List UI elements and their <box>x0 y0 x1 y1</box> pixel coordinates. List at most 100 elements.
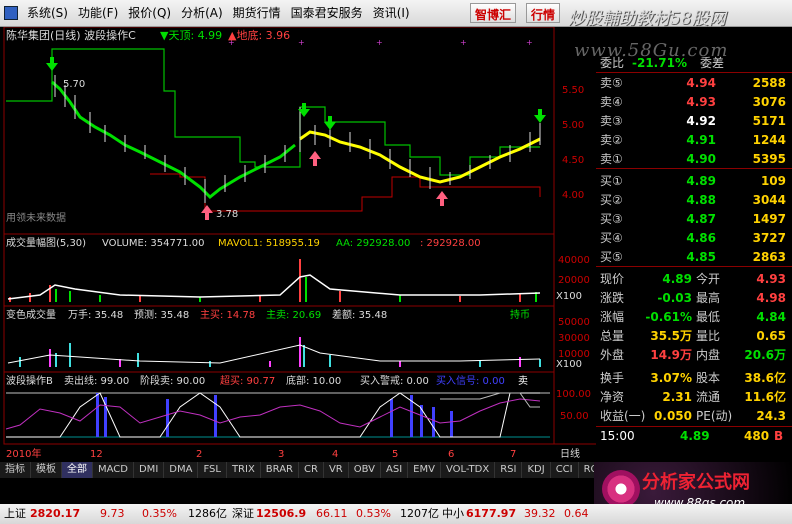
buy-volume: 1497 <box>752 212 786 226</box>
menu-service[interactable]: 国泰君安服务 <box>286 5 368 21</box>
sh-label[interactable]: 上证 <box>4 504 26 524</box>
weibi-row: 委比 -21.71% 委差 <box>596 54 792 73</box>
tab-vr[interactable]: VR <box>324 462 349 478</box>
app-icon[interactable] <box>4 6 18 20</box>
quote-panel: 委比 -21.71% 委差 卖⑤ 4.94 2588 卖④ 4.93 3076 … <box>596 54 792 444</box>
logo-title: 分析家公式网 <box>642 472 750 493</box>
mairu-value: 买入警戒: 0.00 <box>360 374 429 387</box>
zx-label[interactable]: 中小 <box>442 504 464 524</box>
y-tick: 4.50 <box>562 155 584 166</box>
buy-label: 买④ <box>600 231 623 245</box>
y-tick: 4.00 <box>562 190 584 201</box>
tab-trix[interactable]: TRIX <box>227 462 261 478</box>
stat-label: 股本 <box>696 371 721 385</box>
menu-futures[interactable]: 期货行情 <box>228 5 286 21</box>
sell-price: 4.92 <box>686 114 716 128</box>
sell-label: 卖② <box>600 133 623 147</box>
stats-row: 换手 3.07% 股本 38.6亿 <box>596 369 792 388</box>
tab-obv[interactable]: OBV <box>349 462 381 478</box>
maichu-value: 卖出线: 99.00 <box>64 374 129 387</box>
brand-watermark: 炒股輔助教材58股网 <box>568 9 726 29</box>
buy-price: 4.89 <box>686 174 716 188</box>
tab--[interactable]: 指标 <box>0 462 31 478</box>
menu-system[interactable]: 系统(S) <box>22 5 73 21</box>
tab-fsl[interactable]: FSL <box>198 462 227 478</box>
tab-asi[interactable]: ASI <box>381 462 409 478</box>
stat-value: 3.07% <box>650 371 692 385</box>
weibi-label: 委比 <box>600 56 625 70</box>
period-label: 日线 <box>560 447 580 460</box>
tick-row: 15:00 4.89 480 B <box>596 426 792 445</box>
yuce-value: 预测: 35.48 <box>134 308 189 321</box>
tab-dmi[interactable]: DMI <box>134 462 165 478</box>
tick-bs-flag: B <box>774 429 784 443</box>
tab--[interactable]: 模板 <box>31 462 62 478</box>
menu-info[interactable]: 资讯(I) <box>368 5 415 21</box>
wanshou-value: 万手: 35.48 <box>68 308 123 321</box>
stat-value: 35.5万 <box>650 329 692 343</box>
stat-label: 涨幅 <box>600 310 625 324</box>
hold-cash-label: 持币 <box>510 308 530 321</box>
stat-label: PE(动) <box>696 409 733 423</box>
sz-amount: 1207亿 <box>400 507 439 520</box>
sell2-row: 卖② 4.91 1244 <box>596 131 792 150</box>
tab-cci[interactable]: CCI <box>551 462 579 478</box>
x-label: 7 <box>510 449 516 460</box>
stat-label: 最低 <box>696 310 721 324</box>
buy-label: 买② <box>600 193 623 207</box>
zhumai2-value: 主卖: 20.69 <box>266 309 321 321</box>
sz-index: 12506.9 <box>256 507 307 520</box>
stat-value: -0.61% <box>645 310 692 324</box>
sell-price: 4.91 <box>686 133 716 147</box>
smart-button[interactable]: 智博汇 <box>470 3 517 23</box>
buy3-row: 买③ 4.87 1497 <box>596 210 792 229</box>
stat-label: 换手 <box>600 371 625 385</box>
volume-value: VOLUME: 354771.00 <box>102 238 205 249</box>
stat-value: 2.31 <box>662 390 692 404</box>
tab-brar[interactable]: BRAR <box>261 462 299 478</box>
tab-emv[interactable]: EMV <box>408 462 441 478</box>
stat-value: 11.6亿 <box>744 390 786 404</box>
aa-neg-value: : 292928.00 <box>420 238 481 249</box>
tab-vol-tdx[interactable]: VOL-TDX <box>441 462 496 478</box>
sz-label[interactable]: 深证 <box>232 504 254 524</box>
stat-label: 内盘 <box>696 348 721 362</box>
color-vol-title: 变色成交量 <box>6 308 56 321</box>
y-tick: 5.50 <box>562 85 584 96</box>
stats-row: 净资 2.31 流通 11.6亿 <box>596 388 792 407</box>
sell-volume: 3076 <box>752 95 786 109</box>
tab-rsi[interactable]: RSI <box>495 462 523 478</box>
sell-volume: 5171 <box>752 114 786 128</box>
buy4-row: 买④ 4.86 3727 <box>596 229 792 248</box>
menu-analysis[interactable]: 分析(A) <box>176 5 228 21</box>
y-tick: 100.00 <box>556 389 591 400</box>
y-tick: 40000 <box>558 255 590 266</box>
menu-function[interactable]: 功能(F) <box>73 5 123 21</box>
tab-macd[interactable]: MACD <box>93 462 134 478</box>
tab-cr[interactable]: CR <box>299 462 324 478</box>
stats-row: 现价 4.89 今开 4.93 <box>596 270 792 289</box>
sh-pct: 0.35% <box>142 507 177 520</box>
stat-value: 24.3 <box>756 409 786 423</box>
stat-label: 最高 <box>696 291 721 305</box>
overlay-text: 用领未来数据 <box>6 211 66 224</box>
stat-value: 0.65 <box>756 329 786 343</box>
svg-text:+: + <box>460 38 467 47</box>
buy-price: 4.88 <box>686 193 716 207</box>
tab-dma[interactable]: DMA <box>164 462 199 478</box>
sell-label: 卖⑤ <box>600 76 623 90</box>
price-high-label: 5.70 <box>63 79 85 90</box>
status-bar: 上证 2820.17 9.73 0.35% 1286亿 深证 12506.9 6… <box>0 504 792 524</box>
sell-label: 卖① <box>600 152 623 166</box>
buy-price: 4.86 <box>686 231 716 245</box>
tab--[interactable]: 全部 <box>62 462 93 478</box>
sz-change: 66.11 <box>316 507 348 520</box>
unit-label: X100 <box>556 291 582 302</box>
sh-index: 2820.17 <box>30 507 81 520</box>
buy-volume: 3727 <box>752 231 786 245</box>
menu-quote[interactable]: 报价(Q) <box>123 5 176 21</box>
dibu-value: 底部: 10.00 <box>286 374 341 387</box>
quote-button[interactable]: 行情 <box>526 3 561 23</box>
tab-kdj[interactable]: KDJ <box>522 462 551 478</box>
svg-text:+: + <box>376 38 383 47</box>
